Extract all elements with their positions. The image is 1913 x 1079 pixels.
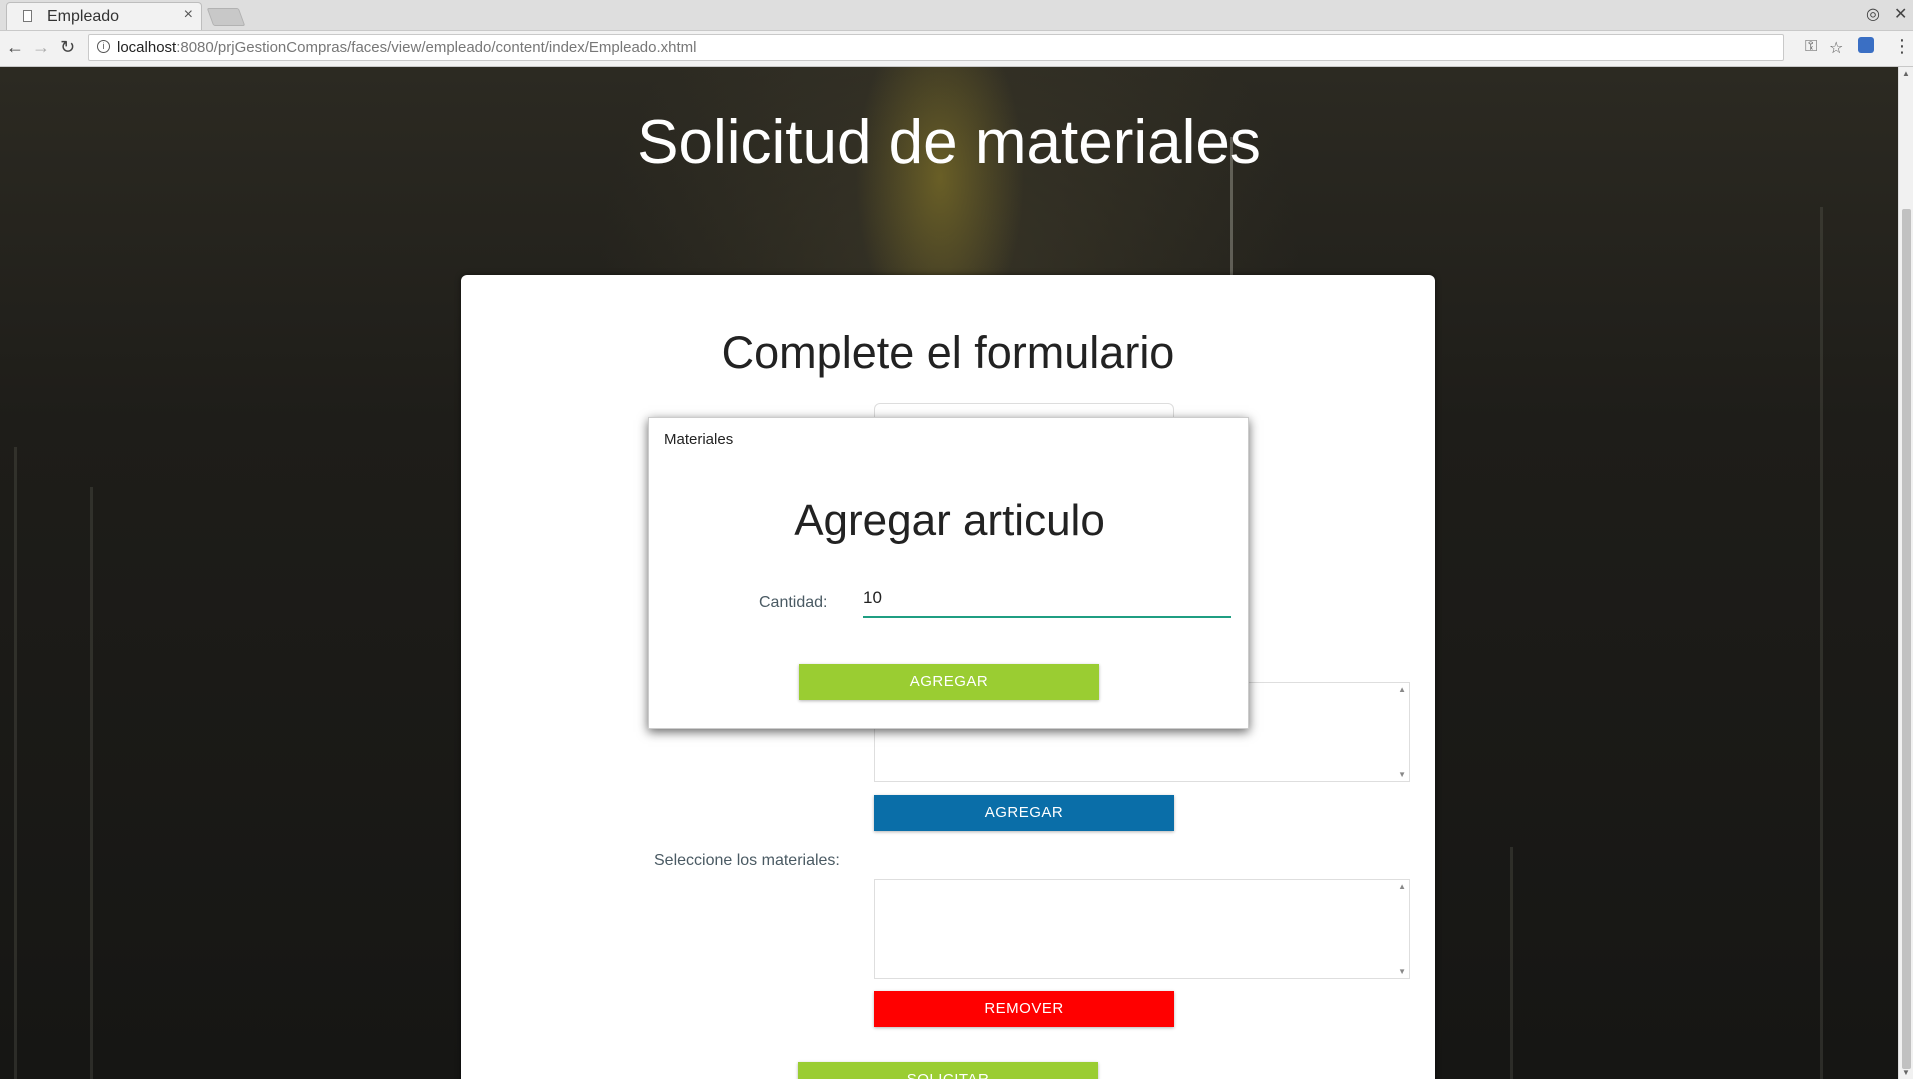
tab-title: Empleado bbox=[47, 8, 120, 25]
browser-tabstrip: Empleado × ◎ ✕ bbox=[0, 0, 1913, 31]
dialog-add-button[interactable]: AGREGAR bbox=[799, 664, 1099, 700]
info-icon[interactable]: i bbox=[97, 40, 110, 53]
page-scrollbar[interactable]: ▲ ▼ bbox=[1898, 67, 1913, 1079]
forward-arrow-icon[interactable]: → bbox=[32, 37, 50, 58]
scroll-up-icon[interactable]: ▲ bbox=[1902, 69, 1910, 78]
profile-icon[interactable]: ◎ bbox=[1866, 4, 1880, 24]
tab-close-icon[interactable]: × bbox=[184, 6, 193, 24]
browser-tab[interactable]: Empleado × bbox=[6, 2, 202, 30]
select-materials-label: Seleccione los materiales: bbox=[654, 852, 840, 869]
quantity-input[interactable]: 10 bbox=[863, 584, 1231, 618]
scroll-up-icon[interactable]: ▲ bbox=[1398, 685, 1406, 694]
quantity-label: Cantidad: bbox=[759, 594, 828, 611]
browser-toolbar: ← → ↻ i localhost:8080/prjGestionCompras… bbox=[0, 31, 1913, 67]
add-article-dialog: Materiales Agregar articulo Cantidad: 10… bbox=[648, 417, 1249, 729]
selected-materials-list[interactable]: ▲ ▼ bbox=[874, 879, 1410, 979]
new-tab-button[interactable] bbox=[206, 8, 246, 26]
scroll-down-icon[interactable]: ▼ bbox=[1902, 1068, 1910, 1077]
reload-icon[interactable]: ↻ bbox=[60, 37, 75, 58]
scroll-up-icon[interactable]: ▲ bbox=[1398, 882, 1406, 891]
bookmark-star-icon[interactable]: ☆ bbox=[1829, 38, 1843, 58]
submit-request-button[interactable]: SOLICITAR bbox=[798, 1062, 1098, 1079]
background-tree bbox=[1510, 847, 1513, 1079]
extension-icon[interactable] bbox=[1858, 37, 1874, 53]
page-title: Solicitud de materiales bbox=[637, 108, 1261, 177]
dialog-header: Materiales bbox=[664, 431, 734, 448]
window-close-icon[interactable]: ✕ bbox=[1894, 4, 1907, 24]
url-text: localhost:8080/prjGestionCompras/faces/v… bbox=[117, 39, 696, 56]
add-material-button[interactable]: AGREGAR bbox=[874, 795, 1174, 831]
scrollbar-thumb[interactable] bbox=[1902, 209, 1911, 1069]
scroll-down-icon[interactable]: ▼ bbox=[1398, 967, 1406, 976]
background-tree bbox=[1820, 207, 1823, 1079]
quantity-value: 10 bbox=[863, 588, 882, 607]
url-path: :8080/prjGestionCompras/faces/view/emple… bbox=[176, 39, 697, 56]
dialog-title: Agregar articulo bbox=[794, 496, 1105, 545]
back-arrow-icon[interactable]: ← bbox=[6, 37, 24, 58]
background-tree bbox=[90, 487, 93, 1079]
address-bar[interactable]: i localhost:8080/prjGestionCompras/faces… bbox=[88, 34, 1843, 61]
page-background: Solicitud de materiales Complete el form… bbox=[0, 67, 1898, 1079]
key-icon[interactable]: ⚿ bbox=[1805, 38, 1817, 56]
form-title: Complete el formulario bbox=[721, 327, 1175, 378]
scroll-down-icon[interactable]: ▼ bbox=[1398, 770, 1406, 779]
url-host: localhost bbox=[117, 39, 177, 56]
menu-dots-icon[interactable]: ⋮ bbox=[1893, 36, 1911, 57]
background-tree bbox=[14, 447, 17, 1079]
document-icon bbox=[23, 10, 32, 22]
remove-button[interactable]: REMOVER bbox=[874, 991, 1174, 1027]
